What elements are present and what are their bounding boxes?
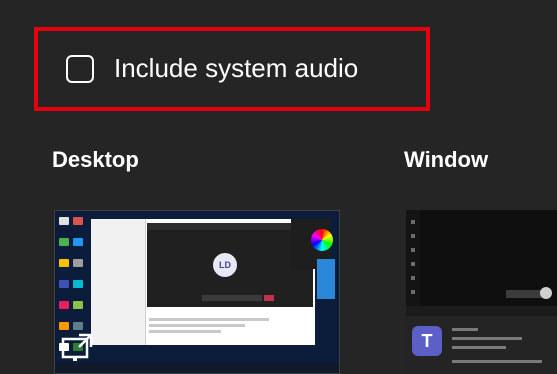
screen-share-icon: [61, 333, 93, 361]
call-preview: LD: [147, 223, 313, 307]
side-panel: [317, 259, 335, 299]
window-section-title: Window: [404, 147, 489, 172]
app-sidebar: [91, 219, 146, 345]
include-audio-label[interactable]: Include system audio: [114, 52, 358, 84]
call-toolbar: [147, 223, 313, 230]
call-controls: [202, 295, 262, 301]
include-audio-checkbox[interactable]: [66, 55, 94, 83]
teams-icon: T: [412, 326, 442, 356]
end-call-button: [264, 295, 274, 301]
desktop-thumbnail[interactable]: LD: [54, 210, 340, 374]
window-control-button: [540, 287, 552, 299]
window-thumbnail[interactable]: T: [406, 210, 557, 374]
desktop-section-title: Desktop: [52, 147, 139, 172]
desktop-app-window: LD: [91, 219, 315, 345]
document-text: [149, 315, 269, 339]
window-sidebar: [406, 210, 420, 306]
taskbar: [55, 363, 339, 373]
avatar: LD: [213, 253, 237, 277]
color-wheel-icon: [311, 229, 333, 251]
